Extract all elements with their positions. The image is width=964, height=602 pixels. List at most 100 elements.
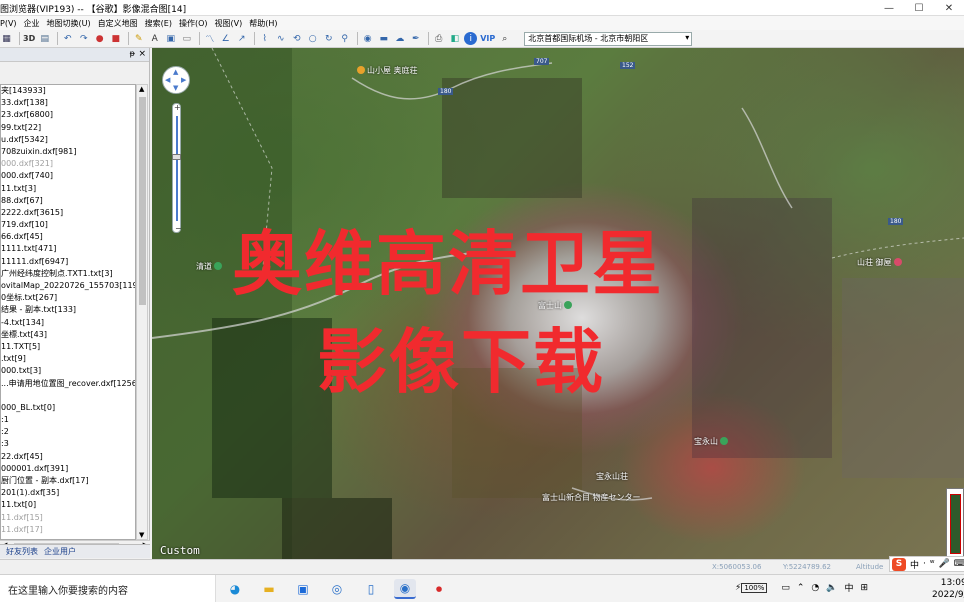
poi-hoeizan[interactable]: 宝永山 <box>694 436 730 447</box>
menu-p[interactable]: P(V) <box>0 19 17 28</box>
file-list-item[interactable]: 坐標.txt[43] <box>1 329 135 341</box>
ime-width[interactable]: ʷ <box>930 559 935 569</box>
file-list-item[interactable]: u.dxf[5342] <box>1 134 135 146</box>
file-list-item[interactable]: 88.dxf[67] <box>1 195 135 207</box>
pan-right-icon[interactable]: ▶ <box>181 76 186 84</box>
menu-enterprise[interactable]: 企业 <box>24 18 40 29</box>
file-list-item[interactable]: 1111.txt[471] <box>1 243 135 255</box>
file-list-item[interactable]: 结果 - 副本.txt[133] <box>1 304 135 316</box>
curve-icon[interactable]: ∿ <box>274 32 287 45</box>
network-icon[interactable]: ▭ <box>781 583 790 593</box>
pan-control[interactable]: ▲ ▼ ◀ ▶ <box>162 66 190 94</box>
location-field[interactable]: 北京首都国际机场 - 北京市朝阳区 ▾ <box>524 31 693 46</box>
record-icon[interactable]: ⏺ <box>428 579 450 599</box>
tray-language[interactable]: 中 <box>844 581 853 594</box>
file-list-item[interactable]: 000001.dxf[391] <box>1 463 135 475</box>
3d-button[interactable]: 3D <box>23 34 35 43</box>
minimap[interactable] <box>946 488 964 558</box>
menu-view[interactable]: 视图(V) <box>215 18 243 29</box>
file-list-item[interactable]: ovitalMap_20220726_155703[119] <box>1 280 135 292</box>
pan-down-icon[interactable]: ▼ <box>173 84 178 92</box>
file-list-item[interactable]: 11111.dxf[6947] <box>1 256 135 268</box>
angle-icon[interactable]: ∠ <box>219 32 232 45</box>
keyboard-icon[interactable]: ⌨ <box>954 559 964 569</box>
file-list[interactable]: 夹[143933] 33.dxf[138] 23.dxf[6800] 99.txt[2… <box>0 84 136 540</box>
lasso-icon[interactable]: ⟲ <box>290 32 303 45</box>
panel-close-button[interactable]: × <box>138 49 146 59</box>
file-explorer-icon[interactable]: ▬ <box>258 579 280 599</box>
path-icon[interactable]: ↗ <box>235 32 248 45</box>
poi-goya[interactable]: 山荘 御屋 <box>857 257 904 268</box>
tab-enterprise-users[interactable]: 企业用户 <box>44 546 76 557</box>
menu-search[interactable]: 搜索(E) <box>145 18 172 29</box>
file-list-item[interactable]: 000.dxf[740] <box>1 170 135 182</box>
map-app-icon[interactable]: ◉ <box>394 579 416 599</box>
chevron-down-icon[interactable]: ▾ <box>685 33 689 42</box>
pan-up-icon[interactable]: ▲ <box>173 68 178 76</box>
menu-custom-map[interactable]: 自定义地图 <box>98 18 138 29</box>
map-window-icon[interactable]: ◧ <box>448 32 461 45</box>
print-icon[interactable]: ⎙ <box>432 32 445 45</box>
scroll-thumb[interactable] <box>139 97 146 305</box>
poi-shin-gogome[interactable]: 富士山新合目 物産センター <box>542 492 641 503</box>
zoom-track[interactable] <box>176 116 178 221</box>
ime-mode-icon[interactable]: ⊞ <box>861 583 869 593</box>
file-list-item[interactable]: :2 <box>1 426 135 438</box>
file-list-item[interactable]: 000.dxf[321] <box>1 158 135 170</box>
pencil-icon[interactable]: ✎ <box>132 32 145 45</box>
menu-map-switch[interactable]: 地图切换(U) <box>47 18 91 29</box>
pen-icon[interactable]: ✒ <box>409 32 422 45</box>
undo-icon[interactable]: ↶ <box>61 32 74 45</box>
file-list-item[interactable]: 000_BL.txt[0] <box>1 402 135 414</box>
file-list-item[interactable]: 201(1).dxf[35] <box>1 487 135 499</box>
redo-icon[interactable]: ↷ <box>77 32 90 45</box>
file-list-item[interactable]: 夹[143933] <box>1 85 135 97</box>
ruler-icon[interactable]: ▭ <box>180 32 193 45</box>
file-list-item[interactable] <box>1 390 135 402</box>
file-list-item[interactable]: 99.txt[22] <box>1 122 135 134</box>
minimize-button[interactable]: — <box>874 0 904 16</box>
scroll-down-icon[interactable]: ▼ <box>139 531 144 539</box>
pin-tool-icon[interactable]: ⚲ <box>338 32 351 45</box>
volume-icon[interactable]: 🔈 <box>826 583 837 593</box>
file-list-item[interactable]: 11.dxf[15] <box>1 512 135 524</box>
grid-icon[interactable]: ▦ <box>0 32 13 45</box>
file-list-item[interactable]: 11.dxf[17] <box>1 524 135 536</box>
menu-help[interactable]: 帮助(H) <box>249 18 277 29</box>
square-icon[interactable]: ■ <box>109 32 122 45</box>
file-list-item[interactable]: 66.dxf[45] <box>1 231 135 243</box>
file-list-item[interactable]: 23.dxf[6800] <box>1 109 135 121</box>
marker-icon[interactable]: ● <box>93 32 106 45</box>
poi-seido[interactable]: 清道 <box>196 261 224 272</box>
zoom-slider[interactable]: + − <box>172 103 182 233</box>
file-list-item[interactable]: 22.dxf[45] <box>1 451 135 463</box>
globe-icon[interactable]: ◉ <box>361 32 374 45</box>
map-view[interactable]: 707 180 152 180 山小屋 奥庭荘 清道 富士山 宝永山 宝永山荘 … <box>152 48 964 559</box>
file-list-item[interactable]: 000.txt[3] <box>1 365 135 377</box>
file-list-item[interactable]: 0坐标.txt[267] <box>1 292 135 304</box>
taskbar-search[interactable]: 在这里输入你要搜索的内容 <box>0 575 216 602</box>
ime-punctuation[interactable]: · <box>923 559 926 569</box>
circle-icon[interactable]: ○ <box>306 32 319 45</box>
maximize-button[interactable]: ☐ <box>904 0 934 16</box>
track-icon[interactable]: ⌇ <box>258 32 271 45</box>
file-list-item[interactable]: -4.txt[134] <box>1 317 135 329</box>
battery-icon[interactable]: ⚡ 100% <box>735 582 774 593</box>
file-list-item[interactable]: ...申请用地位置图_recover.dxf[1256] <box>1 378 135 390</box>
browser-icon[interactable]: ◎ <box>326 579 348 599</box>
edge-icon[interactable]: ◕ <box>224 579 246 599</box>
tab-friends[interactable]: 好友列表 <box>6 546 38 557</box>
file-list-item[interactable]: :1 <box>1 414 135 426</box>
file-list-item[interactable]: :3 <box>1 438 135 450</box>
pan-left-icon[interactable]: ◀ <box>165 76 170 84</box>
save-icon[interactable]: ▬ <box>377 32 390 45</box>
sogou-logo-icon[interactable]: S <box>892 557 906 571</box>
scroll-up-icon[interactable]: ▲ <box>139 85 144 93</box>
menu-operation[interactable]: 操作(O) <box>179 18 208 29</box>
search-icon[interactable]: ⌕ <box>498 32 511 45</box>
chevron-up-icon[interactable]: ⌃ <box>797 583 805 593</box>
close-button[interactable]: ✕ <box>934 0 964 16</box>
poi-okuniwa[interactable]: 山小屋 奥庭荘 <box>357 65 418 76</box>
file-list-item[interactable]: 33.dxf[138] <box>1 97 135 109</box>
zoom-out-icon[interactable]: − <box>175 224 182 233</box>
